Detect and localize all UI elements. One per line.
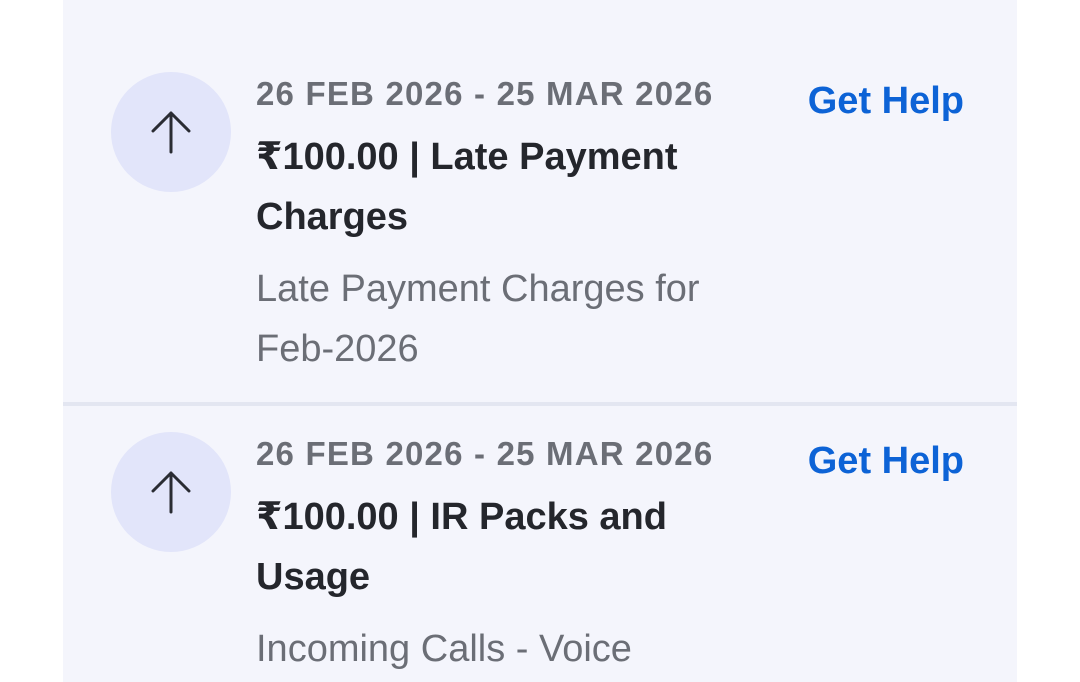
transaction-date-range: 26 FEB 2026 - 25 MAR 2026 <box>256 435 714 472</box>
transaction-icon-badge <box>111 72 231 192</box>
transaction-description: Late Payment Charges for Feb-2026 <box>256 268 700 370</box>
get-help-link[interactable]: Get Help <box>808 439 964 483</box>
arrow-up-icon <box>151 471 191 514</box>
transaction-icon-badge <box>111 432 231 552</box>
transaction-item[interactable]: 26 FEB 2026 - 25 MAR 2026 Get Help ₹100.… <box>63 406 1017 682</box>
transaction-date-range: 26 FEB 2026 - 25 MAR 2026 <box>256 75 714 112</box>
transaction-description: Incoming Calls - Voice <box>256 628 632 670</box>
arrow-up-icon <box>151 111 191 154</box>
transaction-title: ₹100.00 | Late Payment Charges <box>256 136 678 238</box>
transaction-item[interactable]: 26 FEB 2026 - 25 MAR 2026 Get Help ₹100.… <box>63 0 1017 402</box>
get-help-link[interactable]: Get Help <box>808 79 964 123</box>
transaction-title: ₹100.00 | IR Packs and Usage <box>256 496 667 598</box>
